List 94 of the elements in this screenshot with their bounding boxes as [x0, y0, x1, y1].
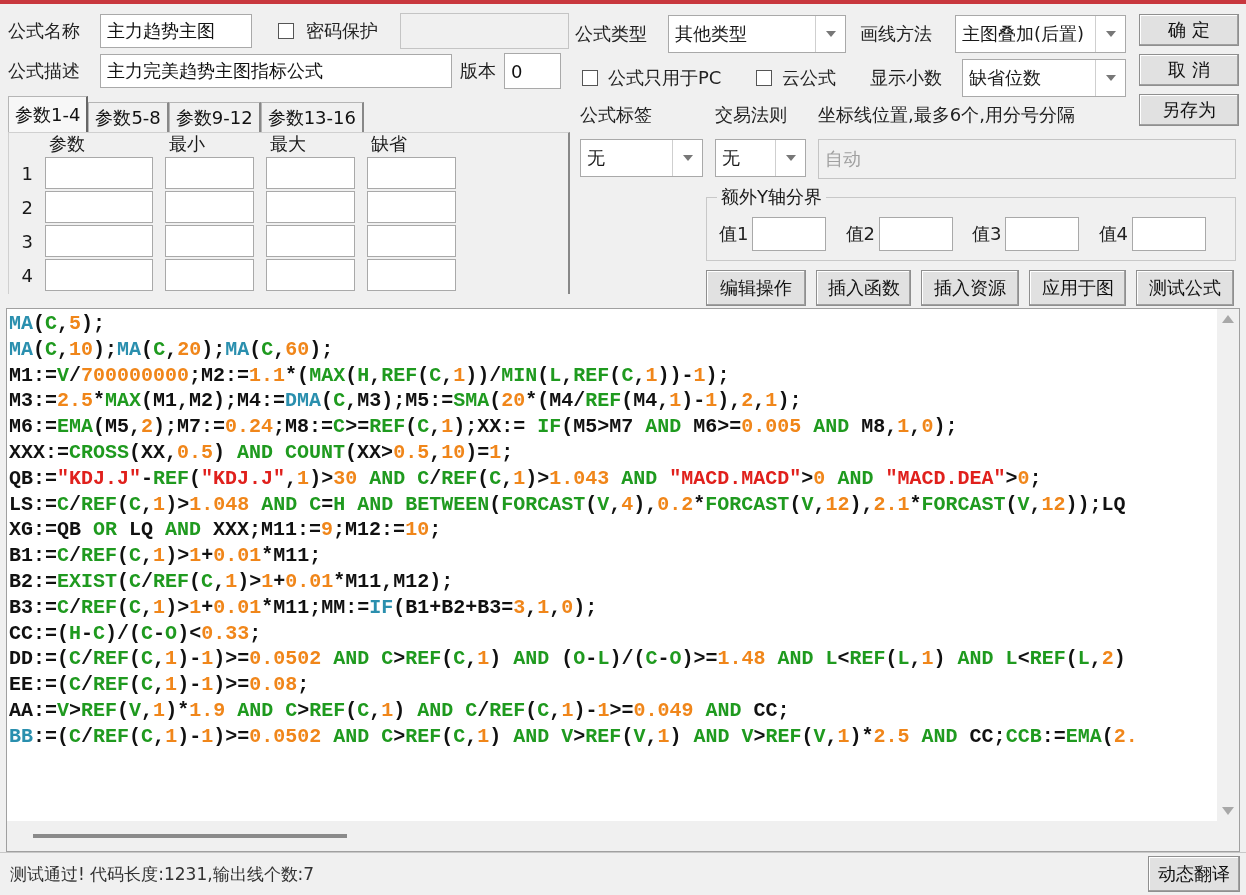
text-field[interactable]	[367, 225, 456, 257]
dropdown[interactable]: 其他类型	[668, 15, 846, 53]
code-line: B1:=C/REF(C,1)>1+0.01*M11;	[9, 543, 322, 569]
text-field[interactable]	[165, 225, 254, 257]
field-label: 云公式	[781, 66, 837, 90]
field-label: 坐标线位置,最多6个,用分号分隔	[818, 103, 1076, 128]
text-field[interactable]: 主力趋势主图	[100, 14, 252, 48]
scroll-down-icon[interactable]	[1222, 807, 1234, 815]
text-field[interactable]: 主力完美趋势主图指标公式	[100, 54, 452, 88]
text-field[interactable]	[266, 225, 355, 257]
dropdown[interactable]: 主图叠加(后置)	[955, 15, 1126, 53]
dialog-button[interactable]: 确 定	[1139, 14, 1239, 46]
dialog-button[interactable]: 取 消	[1139, 54, 1239, 86]
code-line: M3:=2.5*MAX(M1,M2);M4:=DMA(C,M3);M5:=SMA(20*(M4/REF(M4,1)-1),2,1);	[9, 388, 802, 415]
caret-icon	[825, 31, 836, 37]
code-line: M1:=V/700000000;M2:=1.1*(MAX(H,REF(C,1))/MIN(L,REF(C,1))-1);	[9, 362, 730, 389]
toolbar-button[interactable]: 测试公式	[1136, 269, 1234, 306]
text-field[interactable]: 0	[504, 53, 561, 89]
scrollbar-thumb[interactable]	[33, 834, 347, 838]
text-field[interactable]	[367, 191, 456, 223]
code-line: BB:=(C/REF(C,1)-1)>=0.0502 AND C>REF(C,1) AND V>REF(V,1) AND V>REF(V,1)*2.5 AND CC;CCB:=EMA(2.	[9, 723, 1138, 750]
field-label: 公式描述	[8, 59, 81, 83]
field-label: 公式名称	[8, 19, 81, 43]
text-field[interactable]	[266, 157, 355, 189]
text-field[interactable]	[367, 157, 456, 189]
code-line: MA(C,10);MA(C,20);MA(C,60);	[9, 336, 334, 363]
field-label: 公式类型	[575, 22, 648, 46]
row-number: 1	[20, 161, 33, 186]
row-number: 4	[20, 263, 33, 288]
text-field[interactable]	[266, 259, 355, 291]
text-field[interactable]	[878, 217, 953, 252]
tab[interactable]: 参数13-16	[260, 102, 364, 132]
field-label: 显示小数	[870, 66, 944, 90]
dropdown[interactable]: 无	[715, 138, 806, 177]
text-field[interactable]	[1131, 217, 1206, 252]
field-label: 公式标签	[580, 103, 653, 128]
checkbox[interactable]	[582, 70, 598, 86]
code-line: DD:=(C/REF(C,1)-1)>=0.0502 AND C>REF(C,1) AND (O-L)/(C-O)>=1.48 AND L<REF(L,1) AND L<REF(L,2)	[9, 646, 1126, 673]
tab[interactable]: 参数1-4	[8, 96, 89, 132]
field-label: 密码保护	[306, 19, 378, 43]
field-label: 值1	[719, 222, 749, 247]
code-line: M6:=EMA(M5,2);M7:=0.24;M8:=C>=REF(C,1);XX:= IF(M5>M7 AND M6>=0.005 AND M8,1,0);	[9, 414, 958, 440]
column-header: 最小	[168, 133, 206, 155]
caret-icon	[1105, 75, 1116, 81]
field-label: 版本	[460, 59, 496, 83]
code-line: B3:=C/REF(C,1)>1+0.01*M11;MM:=IF(B1+B2+B3=3,1,0);	[9, 594, 598, 621]
code-line: LS:=C/REF(C,1)>1.048 AND C=H AND BETWEEN(FORCAST(V,4),0.2*FORCAST(V,12),2.1*FORCAST(V,12));LQ	[9, 491, 1126, 518]
field-label: 公式只用于PC	[608, 66, 723, 90]
row-number: 3	[20, 229, 33, 254]
tab[interactable]: 参数9-12	[168, 102, 261, 132]
field-label: 交易法则	[715, 103, 788, 128]
text-field[interactable]	[45, 191, 153, 223]
checkbox[interactable]	[278, 23, 294, 39]
dropdown[interactable]: 缺省位数	[961, 59, 1126, 97]
scroll-up-icon[interactable]	[1222, 315, 1234, 323]
caret-icon	[682, 154, 693, 161]
toolbar-button[interactable]: 插入函数	[816, 269, 911, 306]
text-field[interactable]	[266, 191, 355, 223]
tab[interactable]: 参数5-8	[88, 102, 169, 132]
text-field[interactable]	[752, 217, 827, 252]
code-line: MA(C,5);	[9, 311, 106, 337]
dialog-button[interactable]: 另存为	[1139, 94, 1239, 126]
field-label: 值4	[1098, 222, 1128, 247]
caret-icon	[1105, 31, 1116, 37]
code-line: CC:=(H-C)/(C-O)<0.33;	[9, 620, 262, 647]
field-label: 值3	[972, 222, 1002, 247]
text-field[interactable]	[45, 225, 153, 257]
code-line: EE:=(C/REF(C,1)-1)>=0.08;	[9, 672, 310, 698]
checkbox[interactable]	[755, 70, 772, 86]
toolbar-button[interactable]: 插入资源	[921, 269, 1019, 306]
text-field[interactable]	[165, 259, 254, 291]
column-header: 缺省	[370, 133, 408, 155]
caret-icon	[785, 154, 796, 161]
code-line: AA:=V>REF(V,1)*1.9 AND C>REF(C,1) AND C/REF(C,1)-1>=0.049 AND CC;	[9, 697, 790, 724]
field-label: 画线方法	[860, 22, 933, 46]
code-line: XG:=QB OR LQ AND XXX;M11:=9;M12:=10;	[9, 517, 442, 544]
text-field[interactable]	[1005, 217, 1080, 252]
code-line: XXX:=CROSS(XX,0.5) AND COUNT(XX>0.5,10)=1;	[9, 440, 514, 466]
text-field[interactable]	[45, 157, 153, 189]
toolbar-button[interactable]: 应用于图	[1029, 269, 1126, 306]
field-label: 值2	[845, 222, 875, 247]
text-field[interactable]	[165, 157, 254, 189]
column-header: 最大	[269, 133, 307, 155]
column-header: 参数	[48, 133, 86, 155]
code-line: B2:=EXIST(C/REF(C,1)>1+0.01*M11,M12);	[9, 568, 454, 595]
row-number: 2	[20, 195, 33, 220]
text-field[interactable]	[45, 259, 153, 291]
code-line: QB:="KDJ.J"-REF("KDJ.J",1)>30 AND C/REF(C,1)>1.043 AND "MACD.MACD">0 AND "MACD.DEA">0;	[9, 465, 1042, 492]
text-field[interactable]	[165, 191, 254, 223]
toolbar-button[interactable]: 编辑操作	[706, 269, 806, 306]
status-message: 测试通过! 代码长度:1231,输出线个数:7	[10, 862, 315, 886]
text-field[interactable]	[367, 259, 456, 291]
translate-button[interactable]: 动态翻译	[1148, 856, 1240, 892]
dropdown[interactable]: 无	[580, 138, 703, 177]
